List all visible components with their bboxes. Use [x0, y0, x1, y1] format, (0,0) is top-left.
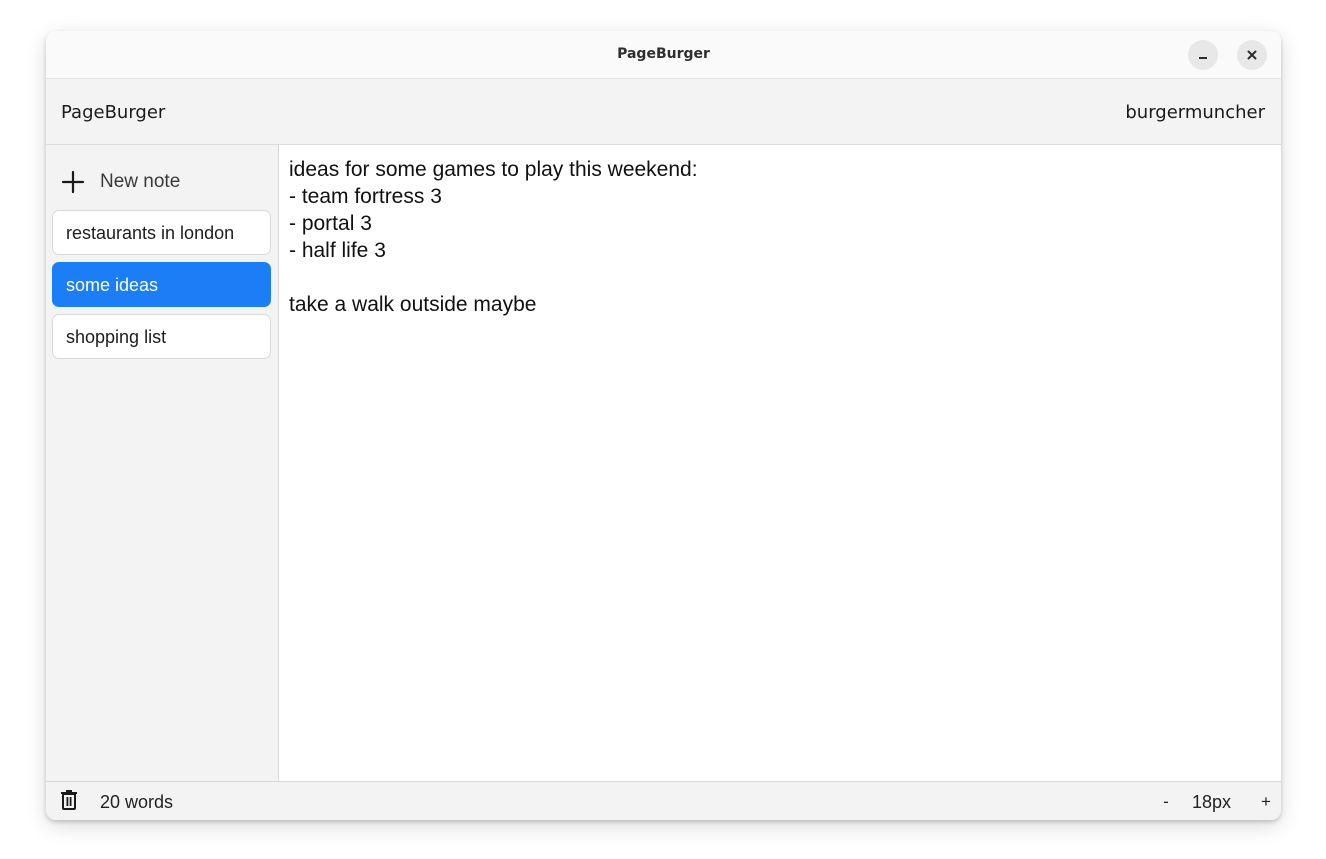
delete-note-button[interactable] — [59, 790, 79, 814]
new-note-button[interactable]: New note — [60, 165, 180, 199]
minimize-icon — [1197, 49, 1209, 61]
username: burgermuncher — [1125, 102, 1265, 123]
close-icon — [1246, 49, 1258, 61]
header-bar: PageBurger burgermuncher — [46, 79, 1281, 145]
plus-icon — [60, 169, 86, 195]
notes-sidebar: New note restaurants in london some idea… — [46, 145, 279, 781]
title-bar: PageBurger — [46, 31, 1281, 79]
note-text-area[interactable]: ideas for some games to play this weeken… — [289, 156, 1271, 771]
note-list: restaurants in london some ideas shoppin… — [52, 210, 271, 366]
increase-font-size-button[interactable]: + — [1259, 782, 1273, 820]
trash-icon — [60, 790, 78, 814]
app-window: PageBurger PageBurger burgermuncher New … — [46, 31, 1281, 820]
close-button[interactable] — [1237, 40, 1267, 70]
note-item-shopping-list[interactable]: shopping list — [52, 314, 271, 359]
font-size-value: 18px — [1192, 792, 1232, 812]
status-bar: 20 words - 18px + — [46, 781, 1281, 820]
new-note-label: New note — [100, 171, 181, 192]
note-item-some-ideas[interactable]: some ideas — [52, 262, 271, 307]
window-title: PageBurger — [617, 46, 710, 62]
note-item-restaurants-in-london[interactable]: restaurants in london — [52, 210, 271, 255]
decrease-font-size-button[interactable]: - — [1159, 782, 1173, 820]
app-name: PageBurger — [61, 102, 166, 123]
minimize-button[interactable] — [1188, 40, 1218, 70]
word-count: 20 words — [100, 792, 174, 812]
note-editor: ideas for some games to play this weeken… — [279, 145, 1281, 781]
